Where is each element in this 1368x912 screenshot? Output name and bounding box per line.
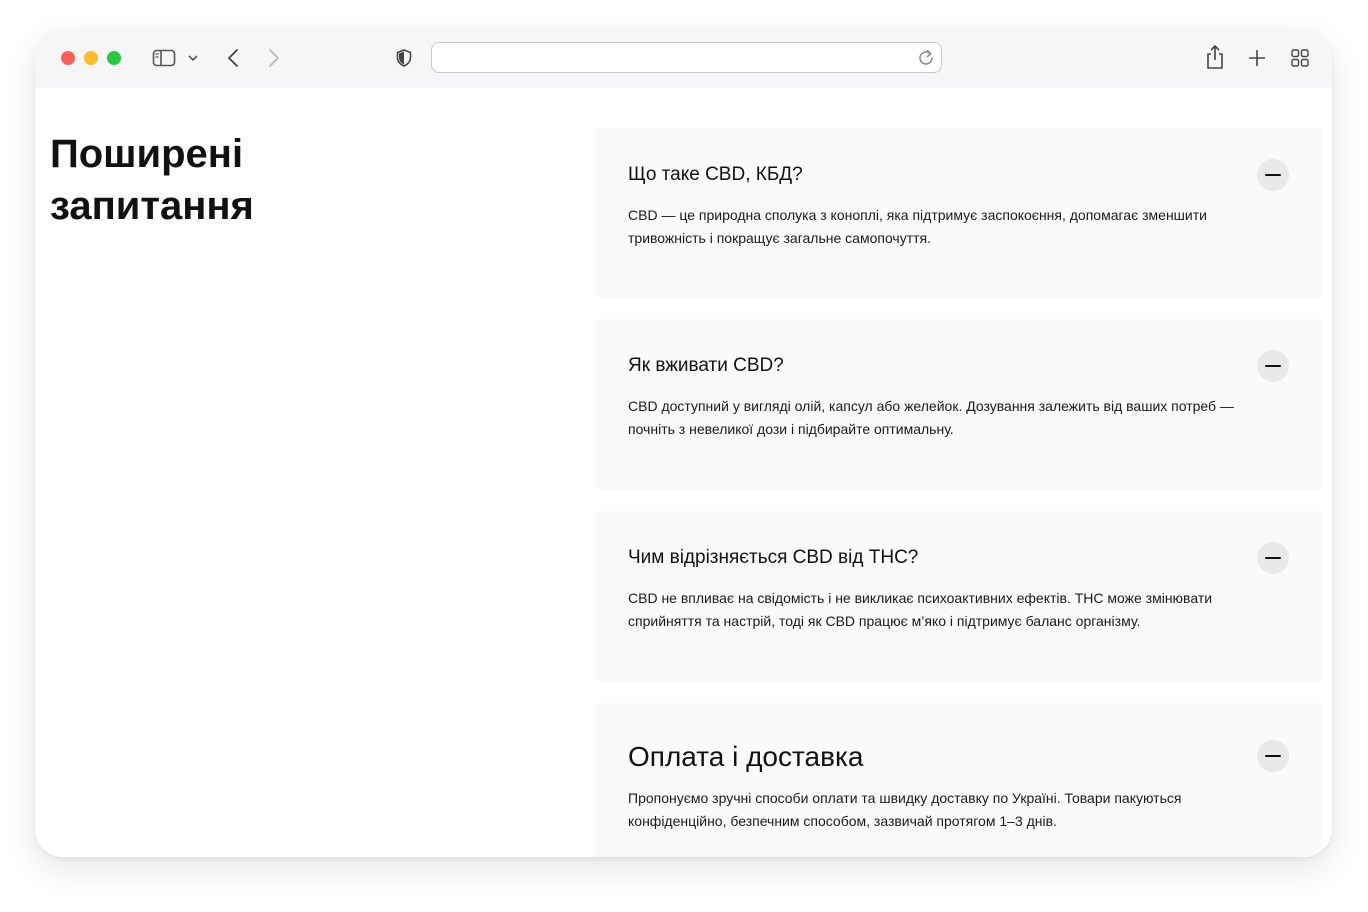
share-icon[interactable]	[1203, 44, 1227, 70]
minus-icon	[1265, 557, 1281, 559]
faq-answer: CBD доступний у вигляді олій, капсул або…	[628, 398, 1234, 437]
back-arrow-icon[interactable]	[223, 45, 243, 71]
faq-question[interactable]: Чим відрізняється CBD від THC?	[628, 545, 1289, 571]
sidebar-icon[interactable]	[149, 45, 179, 71]
faq-answer: CBD — це природна сполука з коноплі, яка…	[628, 207, 1207, 246]
faq-item-payment-delivery[interactable]: Оплата і доставка Пропонуємо зручні спос…	[596, 703, 1321, 857]
faq-item-what-is-cbd[interactable]: Що таке CBD, КБД? CBD — це природна спол…	[596, 128, 1321, 298]
shield-icon[interactable]	[393, 45, 415, 71]
faq-item-cbd-vs-thc[interactable]: Чим відрізняється CBD від THC? CBD не вп…	[596, 511, 1321, 682]
close-window-button[interactable]	[61, 51, 75, 65]
minus-icon	[1265, 755, 1281, 757]
maximize-window-button[interactable]	[107, 51, 121, 65]
faq-item-how-to-use[interactable]: Як вживати CBD? CBD доступний у вигляді …	[596, 319, 1321, 490]
page-content: Поширені запитання Що таке CBD, КБД? CBD…	[35, 88, 1332, 857]
minus-icon	[1265, 365, 1281, 367]
minus-icon	[1265, 174, 1281, 176]
faq-question[interactable]: Що таке CBD, КБД?	[628, 162, 1289, 188]
chevron-down-icon[interactable]	[185, 45, 201, 71]
faq-answer: Пропонуємо зручні способи оплати та швид…	[628, 790, 1182, 829]
collapse-toggle-button[interactable]	[1257, 542, 1289, 574]
faq-question[interactable]: Оплата і доставка	[628, 739, 1289, 775]
plus-icon[interactable]	[1246, 45, 1268, 71]
collapse-toggle-button[interactable]	[1257, 350, 1289, 382]
minimize-window-button[interactable]	[84, 51, 98, 65]
address-bar[interactable]	[431, 42, 942, 73]
browser-window: Поширені запитання Що таке CBD, КБД? CBD…	[35, 29, 1332, 857]
collapse-toggle-button[interactable]	[1257, 740, 1289, 772]
faq-list: Що таке CBD, КБД? CBD — це природна спол…	[596, 128, 1321, 857]
faq-question[interactable]: Як вживати CBD?	[628, 353, 1289, 379]
grid-icon[interactable]	[1289, 45, 1311, 71]
faq-answer: CBD не впливає на свідомість і не виклик…	[628, 590, 1213, 629]
collapse-toggle-button[interactable]	[1257, 159, 1289, 191]
browser-toolbar	[35, 29, 1332, 88]
faq-heading: Поширені запитання	[50, 132, 254, 228]
reload-icon[interactable]	[917, 47, 935, 72]
forward-arrow-icon[interactable]	[264, 45, 284, 71]
